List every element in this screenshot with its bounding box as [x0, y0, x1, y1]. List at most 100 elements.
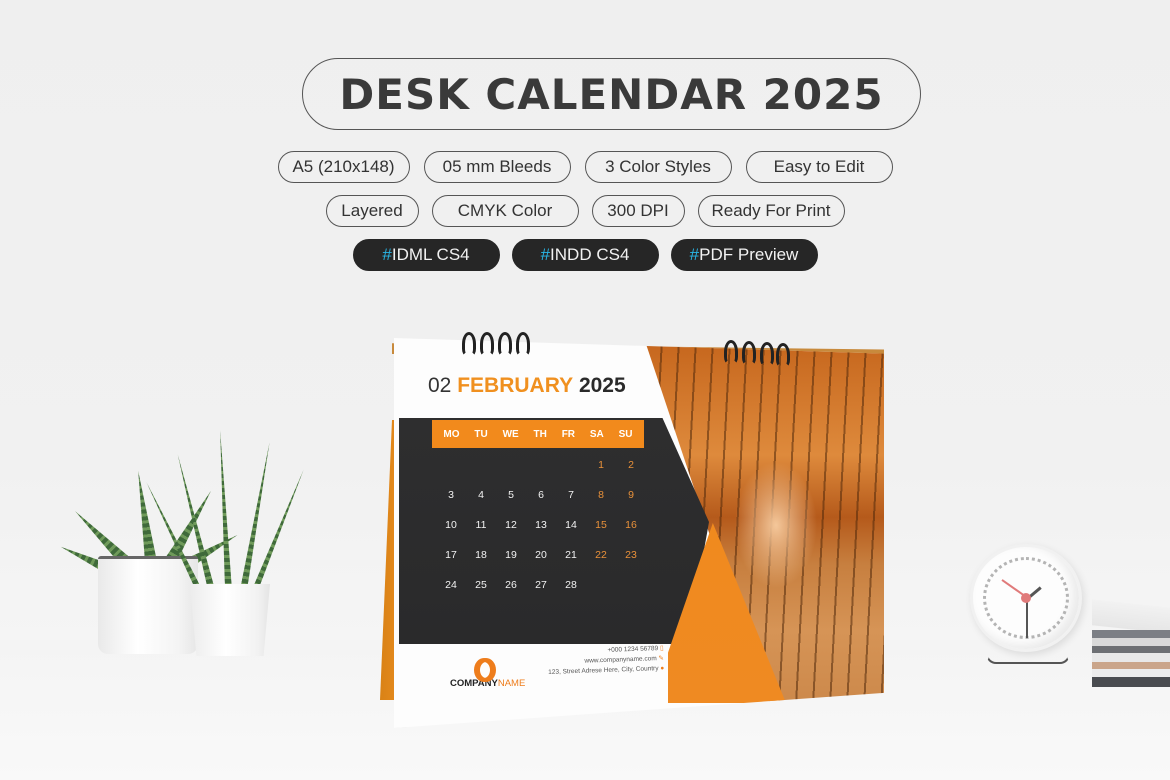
calendar-day: 5: [508, 489, 514, 501]
weekday-label: TH: [533, 428, 547, 440]
clock-second-hand: [1026, 598, 1028, 638]
calendar-day-weekend: 22: [595, 549, 607, 561]
calendar-day: 18: [475, 549, 487, 561]
binding-ring: [516, 332, 530, 356]
calendar-day: 14: [565, 519, 577, 531]
company-name-part2: NAME: [497, 678, 526, 689]
contact-info: +000 1234 56789 ▯ www.companyname.com ✎ …: [544, 644, 665, 678]
features-row-3: # IDML CS4 # INDD CS4 # PDF Preview: [0, 239, 1170, 271]
page-title-text: DESK CALENDAR 2025: [339, 69, 884, 119]
calendar-page: 02 FEBRUARY 2025 MO TU WE TH FR SA SU 12…: [394, 338, 884, 728]
calendar-day-blank: [466, 450, 496, 480]
succulent-leaf: [132, 470, 157, 563]
weekday-header: MO TU WE TH FR SA SU: [432, 420, 644, 448]
tag-indd: # INDD CS4: [511, 239, 659, 271]
binding-ring: [724, 340, 738, 364]
tag-label: IDML CS4: [391, 245, 470, 264]
weekday-label: SA: [589, 428, 604, 440]
binding-ring: [498, 332, 512, 356]
calendar-day-blank: [436, 450, 466, 480]
book: [1092, 669, 1170, 677]
calendar-day: 17: [445, 549, 457, 561]
calendar-day-weekend: 15: [595, 519, 607, 531]
badge-print-ready: Ready For Print: [697, 195, 845, 227]
binding-ring: [742, 341, 756, 365]
company-logo-icon: [474, 656, 496, 682]
weekday-label: TU: [474, 428, 488, 440]
month-number: 02: [428, 374, 452, 397]
calendar-day-blank: [496, 450, 526, 480]
book: [1092, 653, 1170, 662]
book: [1092, 646, 1170, 653]
badge-easy-edit: Easy to Edit: [745, 151, 893, 183]
badge-color-styles: 3 Color Styles: [584, 151, 732, 183]
weekday-label: SU: [618, 428, 633, 440]
calendar-day: 7: [568, 489, 574, 501]
badge-bleeds: 05 mm Bleeds: [423, 151, 571, 183]
small-plant-pot: [190, 584, 270, 656]
calendar-year: 2025: [578, 374, 626, 397]
calendar-day-weekend: 16: [625, 519, 637, 531]
calendar-day: 21: [565, 549, 577, 561]
book: [1092, 638, 1170, 646]
badge-size: A5 (210x148): [277, 151, 410, 183]
book: [1092, 630, 1170, 638]
hash-symbol: #: [689, 245, 700, 264]
calendar-day-weekend: 8: [598, 489, 604, 501]
binding-ring: [462, 332, 476, 356]
calendar-day: 27: [535, 579, 547, 591]
snake-plant-leaf: [217, 430, 232, 590]
company-logo: COMPANYNAME: [450, 656, 525, 689]
tag-idml: # IDML CS4: [352, 239, 500, 271]
calendar-day-weekend: 2: [628, 459, 634, 471]
weekday-label: MO: [443, 428, 460, 440]
snake-plant-leaf: [240, 442, 273, 591]
calendar-day-blank: [526, 450, 556, 480]
snake-plant-leaf: [252, 468, 306, 591]
badge-layered: Layered: [325, 195, 419, 227]
hash-symbol: #: [540, 245, 551, 264]
calendar-day: 19: [505, 549, 517, 561]
clock-stand: [986, 644, 1070, 664]
tag-label: PDF Preview: [699, 245, 799, 264]
features-row-2: Layered CMYK Color 300 DPI Ready For Pri…: [0, 195, 1170, 227]
calendar-day-weekend: 9: [628, 489, 634, 501]
calendar-day: 25: [475, 579, 487, 591]
calendar-day: 28: [565, 579, 577, 591]
binding-ring: [760, 342, 774, 366]
pencil-icon: ✎: [658, 654, 665, 663]
tag-pdf: # PDF Preview: [670, 239, 818, 271]
calendar-day: 11: [475, 519, 487, 531]
binding-ring: [480, 332, 494, 356]
weekday-label: FR: [561, 428, 576, 440]
tag-label: INDD CS4: [550, 245, 630, 264]
location-pin-icon: ●: [660, 664, 665, 673]
large-plant-pot: [98, 556, 198, 654]
hash-symbol: #: [382, 245, 392, 264]
calendar-day-weekend: 23: [625, 549, 637, 561]
calendar-day: 6: [538, 489, 544, 501]
page-title: DESK CALENDAR 2025: [302, 58, 921, 130]
month-name: FEBRUARY: [457, 374, 574, 397]
calendar-day: 10: [445, 519, 457, 531]
calendar-day: 13: [535, 519, 547, 531]
binding-ring: [776, 343, 790, 367]
calendar-day-weekend: 1: [598, 459, 604, 471]
calendar-day: 3: [448, 489, 454, 501]
phone-icon: ▯: [659, 644, 664, 653]
calendar-day: 4: [478, 489, 484, 501]
calendar-day: 12: [505, 519, 517, 531]
book: [1092, 677, 1170, 687]
calendar-day-blank: [556, 450, 586, 480]
desk-clock: [970, 544, 1082, 652]
calendar-month-heading: 02 FEBRUARY 2025: [428, 374, 626, 398]
calendar-days-grid: 1 2 3 4 5 6 7 8 9 10 11 12 13 14 15 16 17 18 19 20 21 22 23 24 2…: [436, 450, 646, 600]
badge-cmyk: CMYK Color: [431, 195, 579, 227]
book: [1092, 662, 1170, 669]
calendar-day: 26: [505, 579, 517, 591]
calendar-day: 20: [535, 549, 547, 561]
badge-dpi: 300 DPI: [591, 195, 685, 227]
clock-center-pin: [1021, 593, 1031, 603]
features-row-1: A5 (210x148) 05 mm Bleeds 3 Color Styles…: [0, 151, 1170, 183]
weekday-label: WE: [502, 428, 519, 440]
